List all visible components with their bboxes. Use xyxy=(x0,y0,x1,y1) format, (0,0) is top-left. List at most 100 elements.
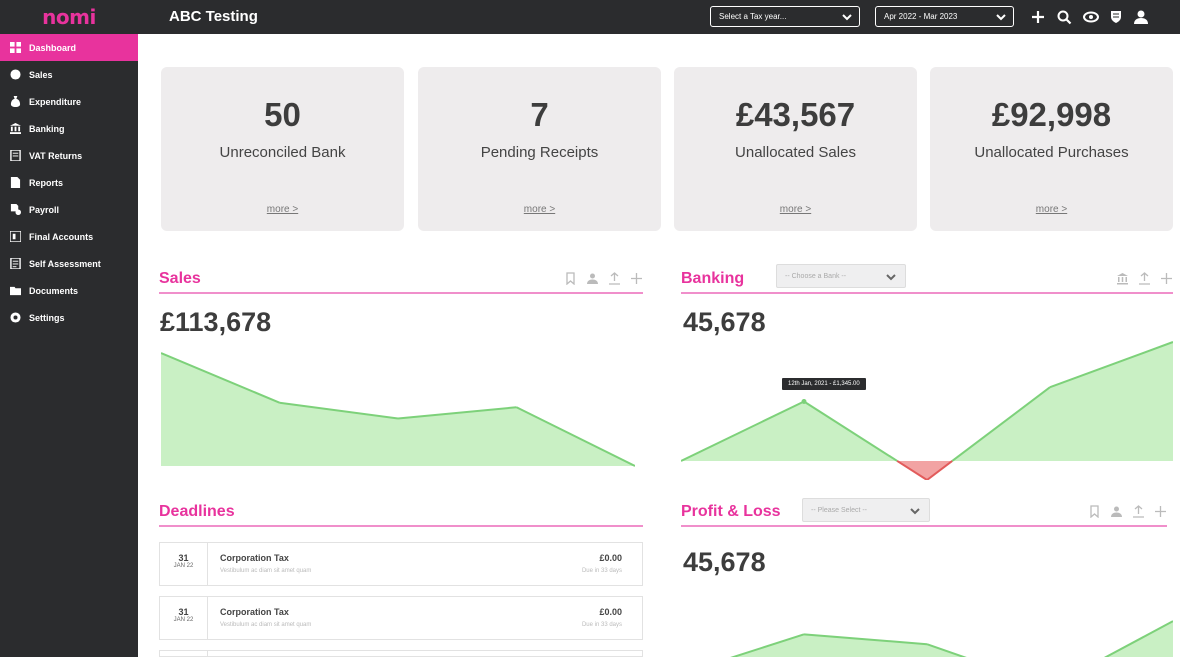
more-link[interactable]: more > xyxy=(161,204,404,215)
deadline-title: Corporation Tax xyxy=(220,553,289,563)
sidebar-item-label: Settings xyxy=(29,312,65,323)
chart-area-positive xyxy=(161,353,635,466)
deadline-title: Corporation Tax xyxy=(220,607,289,617)
deadline-date: 31 JAN 22 xyxy=(160,597,208,639)
upload-icon[interactable] xyxy=(608,272,621,285)
settings-icon xyxy=(10,312,21,323)
stat-label: Unreconciled Bank xyxy=(219,144,346,161)
deadline-month: JAN 22 xyxy=(173,617,194,623)
period-select-value: Apr 2022 - Mar 2023 xyxy=(884,12,958,21)
sales-header: Sales xyxy=(159,266,643,294)
sidebar-item-dashboard[interactable]: Dashboard xyxy=(0,34,138,61)
deadlines-title: Deadlines xyxy=(159,503,235,520)
deadlines-header: Deadlines xyxy=(159,499,643,527)
upload-icon[interactable] xyxy=(1132,505,1145,518)
deadline-due: Due in 33 days xyxy=(581,622,622,628)
final-accounts-icon xyxy=(10,231,21,242)
company-title: ABC Testing xyxy=(169,8,258,25)
bank-select-placeholder: -- Choose a Bank -- xyxy=(785,272,847,280)
bank-icon xyxy=(10,123,21,134)
more-link[interactable]: more > xyxy=(674,204,917,215)
plus-icon[interactable] xyxy=(1029,8,1047,26)
stat-label: Unallocated Purchases xyxy=(974,144,1129,161)
dashboard-icon xyxy=(10,42,21,53)
deadline-date: 31 JAN 22 xyxy=(160,543,208,585)
add-icon[interactable] xyxy=(1154,505,1167,518)
crest-icon[interactable] xyxy=(1107,8,1125,26)
user-icon[interactable] xyxy=(586,272,599,285)
chevron-down-icon xyxy=(885,271,897,283)
banking-actions xyxy=(1116,272,1173,285)
deadline-amount: £0.00 xyxy=(599,553,622,563)
period-select[interactable]: Apr 2022 - Mar 2023 xyxy=(875,6,1014,27)
deadline-due: Due in 33 days xyxy=(581,568,622,574)
chart-tooltip: 12th Jan, 2021 - £1,345.00 xyxy=(782,378,866,390)
sidebar-item-banking[interactable]: Banking xyxy=(0,115,138,142)
deadline-amount: £0.00 xyxy=(599,607,622,617)
money-bag-icon xyxy=(10,96,21,107)
upload-icon[interactable] xyxy=(1138,272,1151,285)
user-icon[interactable] xyxy=(1110,505,1123,518)
bank-icon[interactable] xyxy=(1116,272,1129,285)
chart-area-positive xyxy=(733,621,1173,657)
stat-card-unallocated-purchases[interactable]: £92,998 Unallocated Purchases more > xyxy=(930,67,1173,231)
chevron-down-icon xyxy=(996,12,1006,22)
sidebar-item-label: Reports xyxy=(29,177,64,188)
stat-label: Pending Receipts xyxy=(480,144,599,161)
bookmark-icon[interactable] xyxy=(1088,505,1101,518)
profit-loss-select-placeholder: -- Please Select -- xyxy=(811,506,868,514)
sidebar-item-sales[interactable]: Sales xyxy=(0,61,138,88)
sidebar-item-final-accounts[interactable]: Final Accounts xyxy=(0,223,138,250)
deadline-month: JAN 22 xyxy=(173,563,194,569)
stat-value: £92,998 xyxy=(991,96,1112,133)
sidebar-item-payroll[interactable]: Payroll xyxy=(0,196,138,223)
deadline-day: 31 xyxy=(178,607,189,617)
bank-select[interactable]: -- Choose a Bank -- xyxy=(776,264,906,288)
chevron-down-icon xyxy=(842,12,852,22)
deadline-description: Vestibulum ac diam sit amet quam xyxy=(220,622,312,628)
app-logo[interactable]: nomi xyxy=(42,5,96,29)
payroll-icon xyxy=(10,204,21,215)
stat-label: Unallocated Sales xyxy=(735,144,856,161)
deadline-description: Vestibulum ac diam sit amet quam xyxy=(220,568,312,574)
sales-chart xyxy=(161,352,635,467)
sales-actions xyxy=(564,272,643,285)
deadline-row[interactable]: 31 JAN 22 Corporation Tax Vestibulum ac … xyxy=(159,596,643,640)
sidebar-item-label: Expenditure xyxy=(29,96,82,107)
stat-card-pending-receipts[interactable]: 7 Pending Receipts more > xyxy=(418,67,661,231)
tax-year-select[interactable]: Select a Tax year... xyxy=(710,6,860,27)
more-link[interactable]: more > xyxy=(418,204,661,215)
sidebar-item-label: Documents xyxy=(29,285,79,296)
sales-title: Sales xyxy=(159,270,201,287)
more-link[interactable]: more > xyxy=(930,204,1173,215)
sidebar: nomi Dashboard Sales Expenditure Banking… xyxy=(0,0,138,657)
profit-loss-title: Profit & Loss xyxy=(681,503,781,520)
stat-value: 7 xyxy=(530,96,549,133)
add-icon[interactable] xyxy=(630,272,643,285)
sidebar-item-label: Payroll xyxy=(29,204,60,215)
user-icon[interactable] xyxy=(1132,8,1150,26)
banking-header: Banking -- Choose a Bank -- xyxy=(681,264,1173,294)
handshake-icon[interactable] xyxy=(1082,8,1100,26)
stat-card-unallocated-sales[interactable]: £43,567 Unallocated Sales more > xyxy=(674,67,917,231)
add-icon[interactable] xyxy=(1160,272,1173,285)
chart-area-negative xyxy=(681,460,1173,480)
chart-area-positive xyxy=(681,342,1173,461)
sidebar-item-self-assessment[interactable]: Self Assessment xyxy=(0,250,138,277)
sidebar-item-reports[interactable]: Reports xyxy=(0,169,138,196)
bookmark-icon[interactable] xyxy=(564,272,577,285)
sidebar-item-documents[interactable]: Documents xyxy=(0,277,138,304)
deadline-row-partial[interactable] xyxy=(159,650,643,657)
sidebar-item-expenditure[interactable]: Expenditure xyxy=(0,88,138,115)
sales-total: £113,678 xyxy=(160,307,272,337)
sidebar-item-vat-returns[interactable]: VAT Returns xyxy=(0,142,138,169)
sidebar-item-label: Banking xyxy=(29,123,65,134)
profit-loss-select[interactable]: -- Please Select -- xyxy=(802,498,930,522)
search-icon[interactable] xyxy=(1055,8,1073,26)
logo-wrap: nomi xyxy=(0,0,138,34)
sidebar-item-settings[interactable]: Settings xyxy=(0,304,138,331)
deadline-day: 31 xyxy=(178,553,189,563)
deadline-row[interactable]: 31 JAN 22 Corporation Tax Vestibulum ac … xyxy=(159,542,643,586)
top-bar: ABC Testing Select a Tax year... Apr 202… xyxy=(138,0,1180,34)
stat-card-unreconciled-bank[interactable]: 50 Unreconciled Bank more > xyxy=(161,67,404,231)
